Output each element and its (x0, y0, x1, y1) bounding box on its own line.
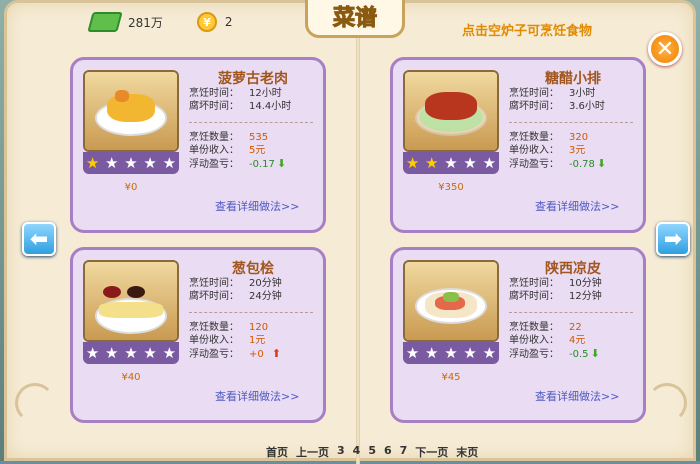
star-rating: ★ ★ ★ ★ ★ (83, 152, 179, 174)
coin-value: 2 (224, 15, 233, 29)
detail-link[interactable]: 查看详细做法>> (535, 388, 619, 404)
divider (189, 122, 313, 123)
next-page-arrow-button[interactable]: ➡ (656, 222, 690, 256)
float-pl-row: 浮动盈亏： -0.17 ⬇ (189, 157, 287, 170)
trend-down-icon: ⬇ (276, 157, 287, 170)
cook-time-row: 烹饪时间： 10分钟 (509, 278, 602, 289)
dish-price: ¥0 (124, 182, 138, 193)
trend-up-icon: ⬆ (271, 347, 281, 360)
star-empty-icon: ★ (463, 154, 477, 172)
star-rating: ★ ★ ★ ★ ★ (403, 342, 499, 364)
cook-time-row: 烹饪时间： 3小时 (509, 88, 596, 99)
page-number-link[interactable]: 4 (353, 444, 361, 460)
unit-income-row: 单份收入： 5元 (189, 145, 266, 156)
float-pl-row: 浮动盈亏： -0.78 ⬇ (509, 157, 607, 170)
star-empty-icon: ★ (425, 344, 439, 362)
prev-page-arrow-button[interactable]: ⬅ (22, 222, 56, 256)
detail-link[interactable]: 查看详细做法>> (215, 388, 299, 404)
star-empty-icon: ★ (482, 344, 497, 362)
trend-down-icon: ⬇ (596, 157, 607, 170)
star-empty-icon: ★ (143, 154, 157, 172)
cook-count-row: 烹饪数量： 22 (509, 322, 582, 333)
dish-photo (83, 70, 179, 152)
page-number-link[interactable]: 6 (384, 444, 392, 460)
first-page-link[interactable]: 首页 (266, 444, 288, 460)
star-empty-icon: ★ (463, 344, 477, 362)
cook-time-row: 烹饪时间： 12小时 (189, 88, 282, 99)
float-pl-row: 浮动盈亏： -0.5 ⬇ (509, 347, 600, 360)
float-pl-row: 浮动盈亏： +0 ⬆ (189, 347, 281, 360)
recipe-card[interactable]: ★ ★ ★ ★ ★ ¥0 菠萝古老肉 烹饪时间： 12小时 腐坏时间： 14.4小时 烹饪数… (70, 57, 326, 233)
cook-count-row: 烹饪数量： 120 (189, 322, 269, 333)
star-empty-icon: ★ (105, 154, 119, 172)
star-empty-icon: ★ (162, 344, 177, 362)
recipe-card[interactable]: ★ ★ ★ ★ ★ ¥45 陕西凉皮 烹饪时间： 10分钟 腐坏时间： 12分钟 烹饪数量：… (390, 247, 646, 423)
star-empty-icon: ★ (482, 154, 497, 172)
detail-link[interactable]: 查看详细做法>> (535, 198, 619, 214)
resource-bar: 281万 ¥ 2 (87, 12, 233, 32)
spoil-time-row: 腐坏时间： 12分钟 (509, 291, 602, 302)
divider (189, 312, 313, 313)
money-value: 281万 (128, 15, 163, 30)
unit-income-row: 单份收入： 3元 (509, 145, 586, 156)
star-filled-icon: ★ (405, 154, 420, 172)
recipe-card[interactable]: ★ ★ ★ ★ ★ ¥40 葱包桧 烹饪时间： 20分钟 腐坏时间： 24分钟 烹饪数量： 1… (70, 247, 326, 423)
page-number-link[interactable]: 3 (337, 444, 345, 460)
unit-income-row: 单份收入： 1元 (189, 335, 266, 346)
page-number-link[interactable]: 7 (400, 444, 408, 460)
money-icon (87, 12, 123, 32)
coin-icon: ¥ (196, 12, 217, 32)
next-page-link[interactable]: 下一页 (415, 444, 448, 460)
dish-price: ¥350 (438, 182, 464, 193)
trend-down-icon: ⬇ (590, 347, 600, 360)
dish-name: 陕西凉皮 (545, 261, 601, 277)
dish-name: 糖醋小排 (545, 71, 601, 87)
last-page-link[interactable]: 末页 (456, 444, 478, 460)
spoil-time-row: 腐坏时间： 14.4小时 (189, 101, 292, 112)
recipe-card[interactable]: ★ ★ ★ ★ ★ ¥350 糖醋小排 烹饪时间： 3小时 腐坏时间： 3.6小时 烹饪数量… (390, 57, 646, 233)
hint-text: 点击空炉子可烹饪食物 (462, 24, 593, 39)
star-empty-icon: ★ (124, 154, 138, 172)
star-empty-icon: ★ (162, 154, 177, 172)
corner-decoration (15, 383, 55, 423)
dish-price: ¥40 (121, 372, 141, 383)
spoil-time-row: 腐坏时间： 3.6小时 (509, 101, 605, 112)
cook-time-row: 烹饪时间： 20分钟 (189, 278, 282, 289)
dish-name: 菠萝古老肉 (218, 71, 288, 87)
dish-photo (83, 260, 179, 342)
star-empty-icon: ★ (444, 344, 458, 362)
star-empty-icon: ★ (405, 344, 420, 362)
spoil-time-row: 腐坏时间： 24分钟 (189, 291, 282, 302)
game-scene: 281万 ¥ 2 菜谱 点击空炉子可烹饪食物 ✕ ⬅ ➡ ★ ★ ★ ★ ★ ¥0 菠萝… (0, 0, 700, 464)
cook-count-row: 烹饪数量： 320 (509, 132, 589, 143)
close-button[interactable]: ✕ (648, 32, 682, 66)
star-empty-icon: ★ (444, 154, 458, 172)
divider (509, 122, 633, 123)
corner-decoration (647, 383, 687, 423)
star-filled-icon: ★ (85, 154, 100, 172)
dish-price: ¥45 (441, 372, 461, 383)
book-spine (356, 3, 360, 464)
star-filled-icon: ★ (425, 154, 439, 172)
unit-income-row: 单份收入： 4元 (509, 335, 586, 346)
page-title: 菜谱 (305, 0, 405, 38)
star-rating: ★ ★ ★ ★ ★ (403, 152, 499, 174)
dish-name: 葱包桧 (232, 261, 274, 277)
divider (509, 312, 633, 313)
cook-count-row: 烹饪数量： 535 (189, 132, 269, 143)
pagination: 首页 上一页 3 4 5 6 7 下一页 末页 (266, 444, 478, 460)
page-number-link[interactable]: 5 (368, 444, 376, 460)
detail-link[interactable]: 查看详细做法>> (215, 198, 299, 214)
star-empty-icon: ★ (124, 344, 138, 362)
star-empty-icon: ★ (105, 344, 119, 362)
dish-photo (403, 260, 499, 342)
dish-photo (403, 70, 499, 152)
star-empty-icon: ★ (143, 344, 157, 362)
prev-page-link[interactable]: 上一页 (296, 444, 329, 460)
star-empty-icon: ★ (85, 344, 100, 362)
star-rating: ★ ★ ★ ★ ★ (83, 342, 179, 364)
